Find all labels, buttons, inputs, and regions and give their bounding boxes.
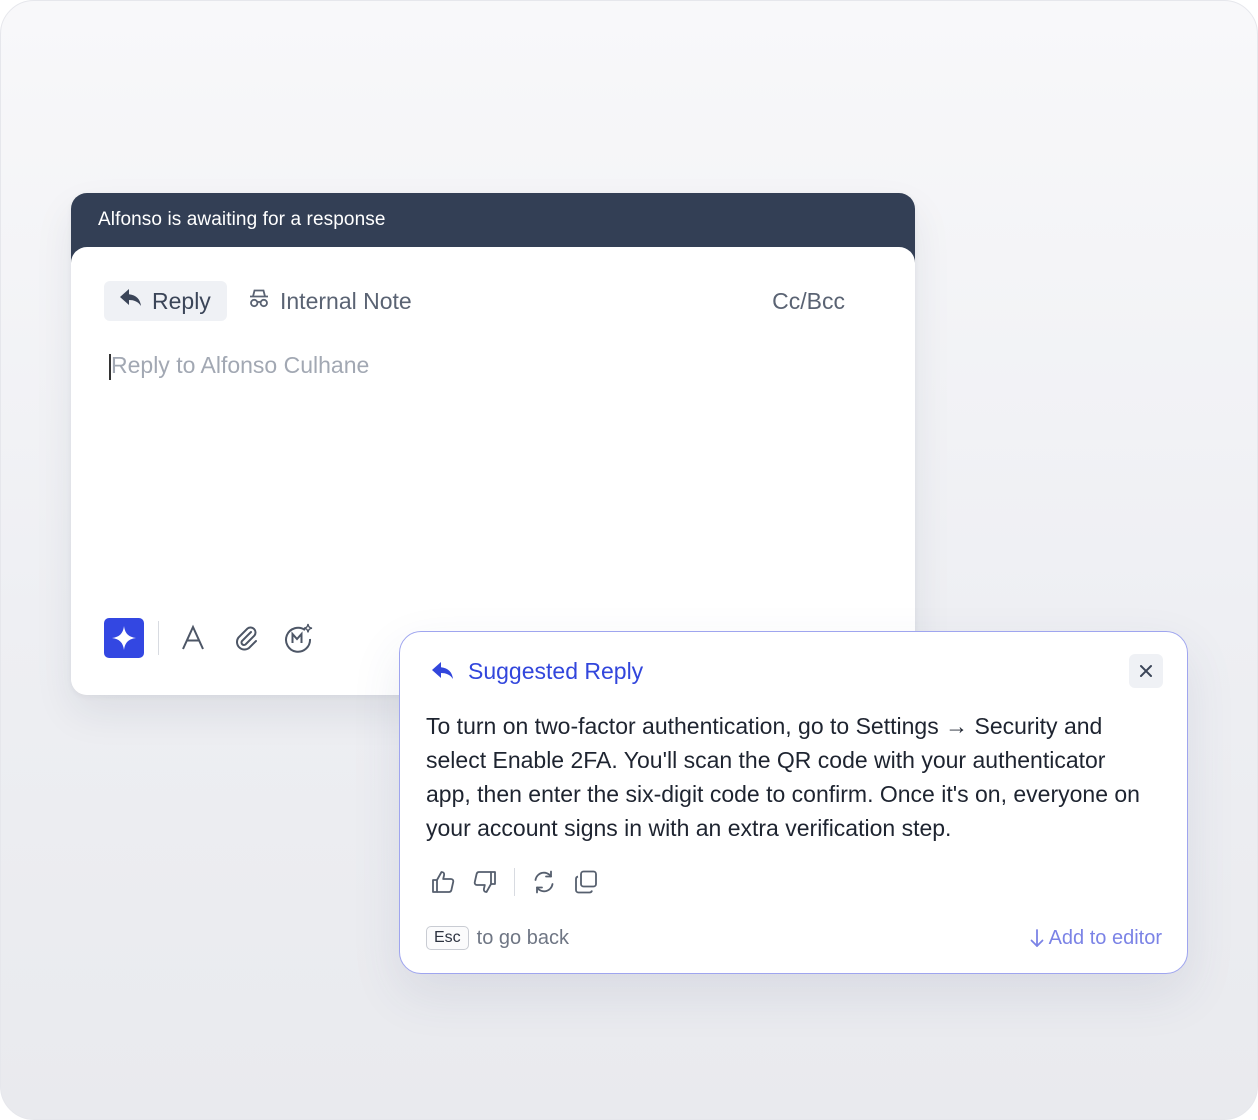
toolbar-divider [158, 621, 159, 655]
regenerate-button[interactable] [529, 867, 559, 897]
macro-icon [285, 623, 313, 653]
tab-internal-note[interactable]: Internal Note [247, 281, 412, 321]
esc-hint-text: to go back [476, 926, 569, 949]
copy-icon [575, 870, 597, 894]
close-button[interactable] [1129, 654, 1163, 688]
arrow-down-icon [1030, 929, 1043, 947]
suggested-reply-title: Suggested Reply [468, 657, 644, 684]
tab-reply[interactable]: Reply [104, 281, 227, 321]
thumbs-up-icon [432, 871, 455, 893]
ai-assist-button[interactable] [104, 618, 144, 658]
sparkle-icon [112, 626, 136, 650]
attach-file-button[interactable] [229, 621, 263, 655]
reply-arrow-icon [432, 662, 453, 679]
copy-button[interactable] [571, 867, 601, 897]
refresh-icon [534, 870, 554, 894]
add-to-editor-label: Add to editor [1048, 926, 1162, 949]
reply-textarea[interactable]: Reply to Alfonso Culhane [109, 352, 869, 572]
paperclip-icon [236, 626, 257, 651]
macro-button[interactable] [282, 621, 316, 655]
cc-bcc-toggle[interactable]: Cc/Bcc [772, 281, 845, 321]
editor-toolbar [104, 618, 335, 658]
text-format-icon [182, 624, 204, 650]
thumbs-up-button[interactable] [428, 867, 458, 897]
reply-editor-card: Alfonso is awaiting for a response Reply [71, 193, 915, 695]
suggested-reply-header: Suggested Reply [430, 656, 643, 686]
editor-body: Reply Internal Note Cc/Bcc Reply to Alfo… [71, 247, 915, 695]
thumbs-down-icon [473, 871, 496, 893]
banner-text: Alfonso is awaiting for a response [98, 209, 386, 230]
suggested-reply-text: To turn on two-factor authentication, go… [426, 713, 1140, 841]
reply-placeholder: Reply to Alfonso Culhane [111, 352, 370, 378]
suggestion-actions [428, 866, 601, 898]
suggestion-footer: Esc to go back Add to editor [426, 924, 1162, 952]
esc-key-badge: Esc [426, 926, 469, 950]
actions-divider [514, 868, 515, 896]
tab-reply-label: Reply [152, 287, 211, 314]
tab-internal-note-label: Internal Note [280, 287, 412, 314]
background-canvas: Alfonso is awaiting for a response Reply [0, 0, 1258, 1120]
reply-arrow-icon [119, 287, 143, 315]
close-icon [1140, 665, 1152, 677]
incognito-icon [247, 286, 271, 316]
add-to-editor-button[interactable]: Add to editor [1029, 927, 1162, 950]
text-format-button[interactable] [176, 621, 210, 655]
thumbs-down-button[interactable] [470, 867, 500, 897]
suggested-reply-card: Suggested Reply To turn on two-factor au… [399, 631, 1188, 974]
